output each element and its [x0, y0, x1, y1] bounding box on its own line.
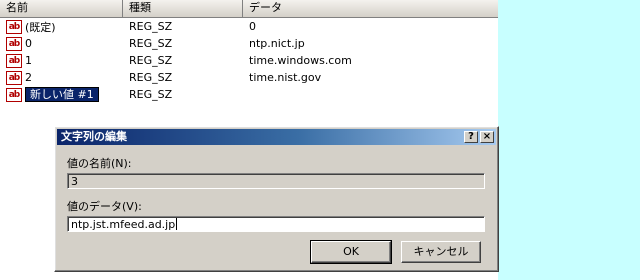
registry-row-type: REG_SZ [129, 88, 173, 101]
column-header-name[interactable]: 名前 [0, 0, 123, 17]
value-name-label: 値の名前(N): [67, 157, 132, 170]
registry-row-name-text: 1 [25, 54, 32, 67]
cancel-button[interactable]: キャンセル [401, 241, 481, 263]
help-icon[interactable]: ? [464, 131, 478, 143]
registry-row-data: time.nist.gov [249, 71, 322, 84]
column-header-data[interactable]: データ [243, 0, 498, 17]
registry-row-type: REG_SZ [129, 54, 173, 67]
registry-row-data: time.windows.com [249, 54, 352, 67]
registry-row[interactable]: ab 2 REG_SZ time.nist.gov [0, 69, 498, 86]
column-header-type[interactable]: 種類 [123, 0, 243, 17]
registry-list-header: 名前 種類 データ [0, 0, 498, 18]
registry-row[interactable]: ab 1 REG_SZ time.windows.com [0, 52, 498, 69]
registry-row-data: 0 [249, 20, 256, 33]
close-icon[interactable]: × [480, 131, 494, 143]
value-data-input[interactable]: ntp.jst.mfeed.ad.jp [67, 216, 485, 232]
registry-row-data: ntp.nict.jp [249, 37, 305, 50]
rename-edit-box[interactable]: 新しい値 #1 [25, 87, 99, 102]
text-caret [176, 218, 178, 230]
registry-row-name: ab 新しい値 #1 [0, 87, 123, 102]
string-value-icon: ab [6, 53, 22, 68]
registry-row[interactable]: ab 0 REG_SZ ntp.nict.jp [0, 35, 498, 52]
edit-string-dialog: 文字列の編集 ? × 値の名前(N): 3 値のデータ(V): ntp.jst.… [54, 126, 499, 272]
registry-row-type: REG_SZ [129, 20, 173, 33]
registry-row-name-text: (既定) [25, 20, 56, 34]
registry-row-name: ab (既定) [0, 19, 123, 35]
registry-rows: ab (既定) REG_SZ 0 ab 0 REG_SZ ntp.nict.jp… [0, 18, 498, 103]
registry-row-type: REG_SZ [129, 37, 173, 50]
registry-row-name: ab 0 [0, 36, 123, 51]
registry-row-editing[interactable]: ab 新しい値 #1 REG_SZ [0, 86, 498, 103]
registry-row-type: REG_SZ [129, 71, 173, 84]
value-data-text: ntp.jst.mfeed.ad.jp [71, 218, 176, 231]
ok-button[interactable]: OK [310, 240, 392, 264]
registry-row-name: ab 2 [0, 70, 123, 85]
registry-row-name: ab 1 [0, 53, 123, 68]
string-value-icon: ab [6, 87, 22, 102]
value-name-field[interactable]: 3 [67, 173, 485, 189]
string-value-icon: ab [6, 36, 22, 51]
string-value-icon: ab [6, 19, 22, 34]
dialog-title: 文字列の編集 [61, 130, 127, 143]
registry-row-name-text: 0 [25, 37, 32, 50]
registry-row-name-text: 2 [25, 71, 32, 84]
dialog-titlebar[interactable]: 文字列の編集 ? × [57, 129, 496, 145]
value-data-label: 値のデータ(V): [67, 200, 142, 213]
string-value-icon: ab [6, 70, 22, 85]
registry-row[interactable]: ab (既定) REG_SZ 0 [0, 18, 498, 35]
